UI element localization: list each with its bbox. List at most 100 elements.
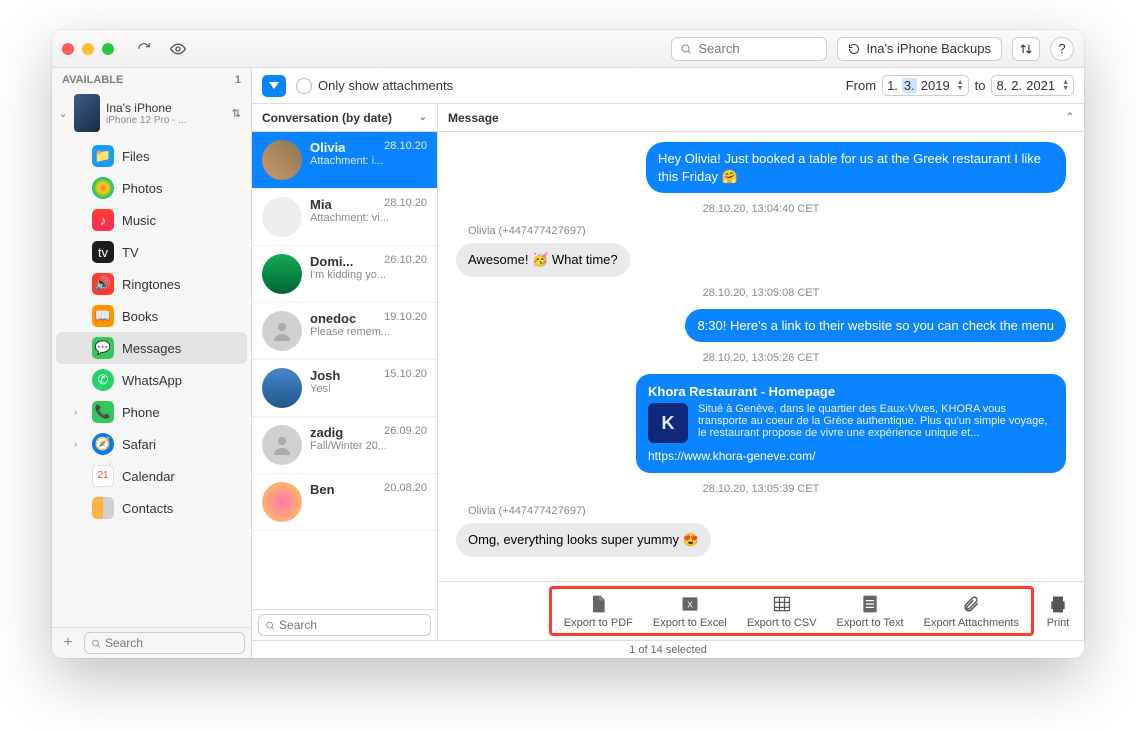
sidebar-item-files[interactable]: 📁Files <box>56 140 247 172</box>
chevron-up-icon: ⌃ <box>1066 112 1074 123</box>
timestamp: 28.10.20, 13:05:08 CET <box>456 287 1066 299</box>
chevron-down-icon: ⌄ <box>58 107 68 120</box>
sidebar-item-photos[interactable]: Photos <box>56 172 247 204</box>
files-icon: 📁 <box>92 145 114 167</box>
export-pdf-button[interactable]: Export to PDF <box>558 591 639 631</box>
music-icon: ♪ <box>92 209 114 231</box>
contacts-icon <box>92 497 114 519</box>
conversation-row[interactable]: Ben20.08.20 <box>252 474 437 531</box>
message-bubble-outgoing[interactable]: 8:30! Here's a link to their website so … <box>685 309 1066 343</box>
avatar <box>262 254 302 294</box>
device-row[interactable]: ⌄ Ina's iPhone iPhone 12 Pro - ... ⇅ <box>52 90 251 136</box>
conversation-list: Olivia28.10.20Attachment: i... Mia28.10.… <box>252 132 437 609</box>
chevron-down-icon <box>269 82 279 90</box>
message-column: Message ⌃ Hey Olivia! Just booked a tabl… <box>438 104 1084 640</box>
filter-dropdown-button[interactable] <box>262 75 286 97</box>
avatar <box>262 311 302 351</box>
whatsapp-icon: ✆ <box>92 369 114 391</box>
add-button[interactable]: + <box>58 634 78 652</box>
filter-bar: Only show attachments From 1. 3. 2019 ▲▼… <box>252 68 1084 104</box>
date-to-input[interactable]: 8. 2. 2021 ▲▼ <box>991 75 1074 96</box>
phone-icon: 📞 <box>92 401 114 423</box>
conversation-row[interactable]: Olivia28.10.20Attachment: i... <box>252 132 437 189</box>
timestamp: 28.10.20, 13:05:39 CET <box>456 483 1066 495</box>
message-bubble-outgoing[interactable]: Hey Olivia! Just booked a table for us a… <box>646 142 1066 193</box>
excel-icon: X <box>678 593 702 615</box>
chevron-down-icon: ⌄ <box>419 112 427 123</box>
csv-icon <box>770 593 794 615</box>
app-window: Ina's iPhone Backups ? AVAILABLE 1 ⌄ Ina… <box>52 30 1084 658</box>
sidebar-item-whatsapp[interactable]: ✆WhatsApp <box>56 364 247 396</box>
close-window-button[interactable] <box>62 43 74 55</box>
minimize-window-button[interactable] <box>82 43 94 55</box>
sidebar-header: AVAILABLE 1 <box>52 68 251 90</box>
message-list[interactable]: Hey Olivia! Just booked a table for us a… <box>438 132 1084 581</box>
refresh-button[interactable] <box>132 37 156 61</box>
sidebar-item-safari[interactable]: ›🧭Safari <box>56 428 247 460</box>
conversation-row[interactable]: Josh15.10.20Yes! <box>252 360 437 417</box>
avatar <box>262 197 302 237</box>
usb-icon: ⇅ <box>232 107 241 120</box>
message-column-header[interactable]: Message ⌃ <box>438 104 1084 132</box>
avatar <box>262 482 302 522</box>
sidebar-item-contacts[interactable]: Contacts <box>56 492 247 524</box>
messages-icon: 💬 <box>92 337 114 359</box>
sidebar-item-ringtones[interactable]: 🔊Ringtones <box>56 268 247 300</box>
conversation-row[interactable]: onedoc19.10.20Please remem... <box>252 303 437 360</box>
sidebar-item-calendar[interactable]: 21Calendar <box>56 460 247 492</box>
sidebar-item-music[interactable]: ♪Music <box>56 204 247 236</box>
stepper-icon[interactable]: ▲▼ <box>954 80 964 92</box>
photos-icon <box>92 177 114 199</box>
conversation-search-input[interactable] <box>279 618 424 632</box>
export-attachments-button[interactable]: Export Attachments <box>918 591 1025 631</box>
stepper-icon[interactable]: ▲▼ <box>1059 80 1069 92</box>
link-preview-url: https://www.khora-geneve.com/ <box>648 449 1054 463</box>
help-button[interactable]: ? <box>1050 37 1074 61</box>
only-attachments-checkbox[interactable]: Only show attachments <box>296 78 453 94</box>
maximize-window-button[interactable] <box>102 43 114 55</box>
conversation-row[interactable]: Mia28.10.20Attachment: vi... <box>252 189 437 246</box>
books-icon: 📖 <box>92 305 114 327</box>
safari-icon: 🧭 <box>92 433 114 455</box>
conversation-row[interactable]: zadig26.09.20Fall/Winter 20... <box>252 417 437 474</box>
conversation-row[interactable]: Domi...26.10.20I'm kidding yo... <box>252 246 437 303</box>
transfer-button[interactable] <box>1012 37 1040 61</box>
message-bubble-incoming[interactable]: Omg, everything looks super yummy 😍 <box>456 523 711 557</box>
export-text-button[interactable]: Export to Text <box>831 591 910 631</box>
to-label: to <box>975 78 986 93</box>
sender-label: Olivia (+447477427697) <box>456 505 1066 517</box>
status-bar: 1 of 14 selected <box>252 640 1084 658</box>
backups-label: Ina's iPhone Backups <box>866 41 991 56</box>
tv-icon: tv <box>92 241 114 263</box>
from-label: From <box>846 78 876 93</box>
link-preview-logo: K <box>648 403 688 443</box>
svg-text:X: X <box>687 599 693 609</box>
global-search[interactable] <box>671 37 827 61</box>
export-excel-button[interactable]: XExport to Excel <box>647 591 733 631</box>
attachment-icon <box>959 593 983 615</box>
sidebar-item-books[interactable]: 📖Books <box>56 300 247 332</box>
timestamp: 28.10.20, 13:05:26 CET <box>456 352 1066 364</box>
global-search-input[interactable] <box>698 41 818 56</box>
device-model: iPhone 12 Pro - ... <box>106 115 187 126</box>
sidebar-search[interactable] <box>84 632 245 654</box>
message-bubble-incoming[interactable]: Awesome! 🥳 What time? <box>456 243 630 277</box>
date-from-input[interactable]: 1. 3. 2019 ▲▼ <box>882 75 969 96</box>
sidebar-search-input[interactable] <box>105 636 238 650</box>
avatar <box>262 425 302 465</box>
main-panel: Only show attachments From 1. 3. 2019 ▲▼… <box>252 68 1084 658</box>
sidebar-item-tv[interactable]: tvTV <box>56 236 247 268</box>
sidebar-item-phone[interactable]: ›📞Phone <box>56 396 247 428</box>
view-button[interactable] <box>166 37 190 61</box>
print-button[interactable]: Print <box>1040 591 1076 631</box>
sender-label: Olivia (+447477427697) <box>456 225 1066 237</box>
device-name: Ina's iPhone <box>106 101 187 115</box>
link-preview-card[interactable]: Khora Restaurant - Homepage K Situé à Ge… <box>636 374 1066 473</box>
backups-button[interactable]: Ina's iPhone Backups <box>837 37 1002 61</box>
conversation-column-header[interactable]: Conversation (by date) ⌄ <box>252 104 437 132</box>
export-csv-button[interactable]: Export to CSV <box>741 591 823 631</box>
print-icon <box>1046 593 1070 615</box>
calendar-icon: 21 <box>92 465 114 487</box>
sidebar-item-messages[interactable]: 💬Messages <box>56 332 247 364</box>
bottom-toolbar: Export to PDF XExport to Excel Export to… <box>438 581 1084 640</box>
